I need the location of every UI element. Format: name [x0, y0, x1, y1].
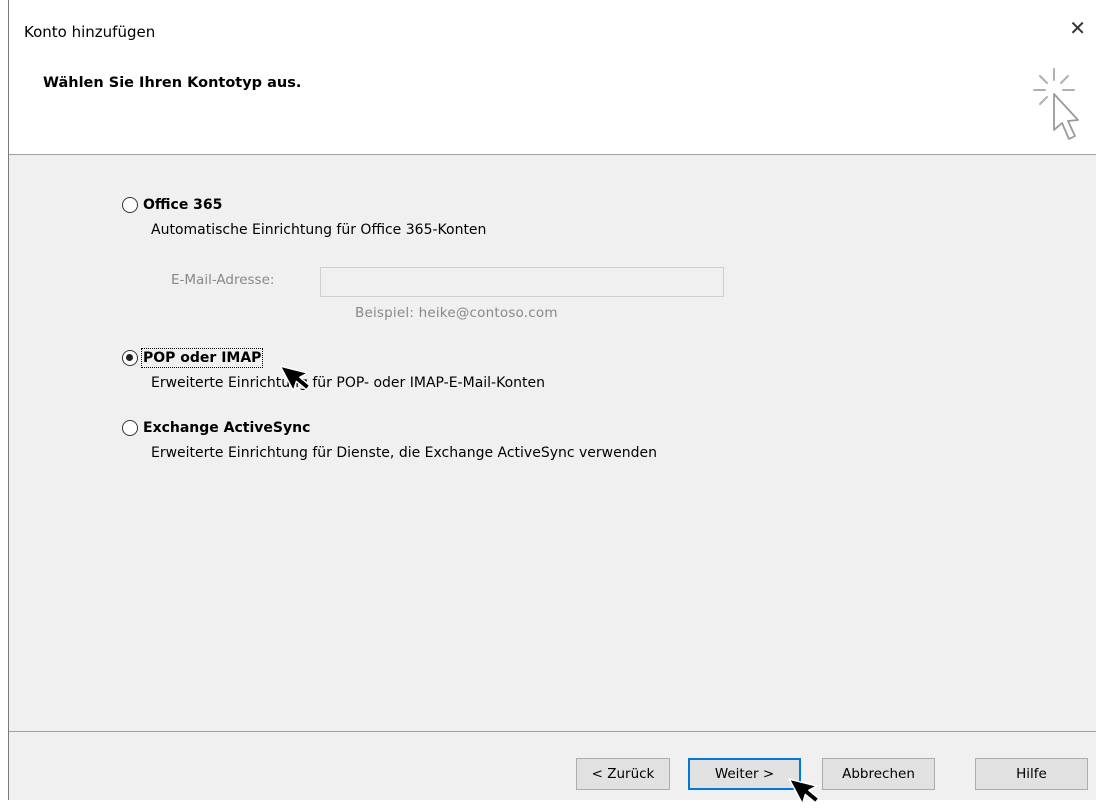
dialog-header: Konto hinzufügen ✕ Wählen Sie Ihren Kont…	[9, 0, 1096, 155]
footer-divider	[9, 731, 1096, 732]
pop-imap-label[interactable]: POP oder IMAP	[140, 348, 264, 368]
option-pop-imap: POP oder IMAP Erweiterte Einrichtung für…	[122, 348, 545, 391]
pop-imap-radio-row[interactable]: POP oder IMAP	[122, 348, 545, 368]
exchange-radio[interactable]	[122, 420, 138, 436]
office365-description: Automatische Einrichtung für Office 365-…	[151, 222, 487, 238]
office365-radio[interactable]	[122, 197, 138, 213]
window-title: Konto hinzufügen	[24, 23, 156, 41]
help-button[interactable]: Hilfe	[975, 758, 1088, 790]
exchange-label[interactable]: Exchange ActiveSync	[143, 420, 310, 436]
option-exchange-activesync: Exchange ActiveSync Erweiterte Einrichtu…	[122, 420, 657, 461]
email-example: Beispiel: heike@contoso.com	[355, 305, 558, 321]
pop-imap-radio[interactable]	[122, 350, 138, 366]
option-office365: Office 365 Automatische Einrichtung für …	[122, 197, 486, 238]
exchange-radio-row[interactable]: Exchange ActiveSync	[122, 420, 657, 436]
add-account-dialog: Konto hinzufügen ✕ Wählen Sie Ihren Kont…	[8, 0, 1096, 805]
office365-radio-row[interactable]: Office 365	[122, 197, 486, 213]
email-label: E-Mail-Adresse:	[171, 272, 275, 288]
cancel-button[interactable]: Abbrechen	[822, 758, 935, 790]
email-input[interactable]	[320, 267, 724, 297]
back-button[interactable]: < Zurück	[576, 758, 670, 790]
next-button[interactable]: Weiter >	[688, 758, 801, 790]
close-icon[interactable]: ✕	[1069, 18, 1086, 38]
exchange-description: Erweiterte Einrichtung für Dienste, die …	[151, 445, 657, 461]
office365-label[interactable]: Office 365	[143, 197, 222, 213]
page-heading: Wählen Sie Ihren Kontotyp aus.	[43, 75, 302, 91]
pop-imap-description: Erweiterte Einrichtung für POP- oder IMA…	[151, 375, 545, 391]
wizard-cursor-icon	[1033, 68, 1079, 140]
